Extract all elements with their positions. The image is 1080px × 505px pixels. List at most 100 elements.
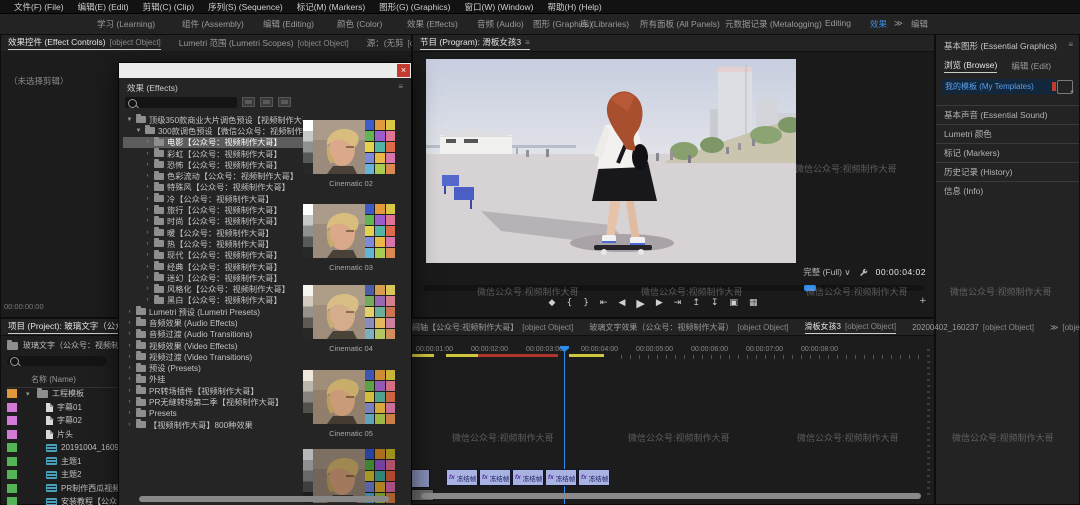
panel-menu-icon[interactable]: ≡ <box>1068 40 1073 49</box>
go-to-out-button[interactable]: ⇥ <box>674 298 682 308</box>
twirl-arrow-icon[interactable]: ▼ <box>126 117 133 123</box>
twirl-arrow-icon[interactable]: › <box>126 376 133 382</box>
collapsed-panel-header[interactable]: 基本声音 (Essential Sound) <box>936 105 1079 124</box>
label-color-swatch[interactable] <box>7 457 17 466</box>
project-name-row[interactable]: 玻璃文字（公众号：视频制 <box>7 340 119 351</box>
effect-bin-row[interactable]: › 经典【公众号：视频制作大哥】 <box>123 261 303 272</box>
effect-bin-row[interactable]: › 色彩流动【公众号：视频制作大哥】 <box>123 170 303 181</box>
preset-thumbnail[interactable]: Cinematic 04 <box>303 285 399 353</box>
effect-bin-row[interactable]: › 特殊风【公众号：视频制作大哥】 <box>123 182 303 193</box>
export-frame-button[interactable]: ▣ <box>729 298 738 308</box>
workspace-tab[interactable]: 组件 (Assembly) <box>182 18 244 30</box>
twirl-arrow-icon[interactable]: › <box>126 343 133 349</box>
project-search-input[interactable] <box>7 356 107 366</box>
effect-bin-row[interactable]: › Lumetri 预设 (Lumetri Presets) <box>123 306 303 317</box>
new-layer-icon[interactable] <box>1057 80 1073 94</box>
twirl-arrow-icon[interactable]: › <box>126 410 133 416</box>
panel-menu-icon[interactable]: [object Object] <box>737 323 788 332</box>
twirl-arrow-icon[interactable]: › <box>126 399 133 405</box>
workspace-tab[interactable]: 效果 <box>870 18 887 30</box>
accelerated-effects-badge[interactable] <box>242 97 255 107</box>
menu-item[interactable]: 剪辑(C) (Clip) <box>143 1 194 13</box>
sequence-tab[interactable]: 玻璃文字效果（公众号：视频制作大哥）[object Object] <box>589 322 788 333</box>
effect-bin-row[interactable]: › PR无缝转场第二季【视频制作大哥】 <box>123 396 303 407</box>
program-zoom-scrollbar-thumb[interactable] <box>804 285 816 291</box>
effect-bin-row[interactable]: › 时尚【公众号：视频制作大哥】 <box>123 216 303 227</box>
label-color-swatch[interactable] <box>7 497 17 505</box>
effect-bin-row[interactable]: › 旅行【公众号：视频制作大哥】 <box>123 204 303 215</box>
effects-floating-panel[interactable]: × 效果 (Effects) ≡ ▼ 顶级350款商业大片调色预设【视频制作大哥… <box>118 62 412 505</box>
timeline-clip[interactable]: fx 冻结帧 <box>578 469 610 486</box>
button-editor-plus[interactable]: + <box>920 295 926 307</box>
effect-bin-row[interactable]: › 电影【公众号：视频制作大哥】 <box>123 137 303 148</box>
step-back-button[interactable]: ◀ <box>618 298 625 308</box>
workspace-tab[interactable]: 编辑 (Editing) <box>263 18 314 30</box>
timeline-clip[interactable]: fx 冻结帧 <box>479 469 511 486</box>
timeline-clip[interactable]: fx 冻结帧 <box>545 469 577 486</box>
timeline-clip[interactable]: fx 冻结帧 <box>512 469 544 486</box>
effect-bin-row[interactable]: › 黑白【公众号：视频制作大哥】 <box>123 295 303 306</box>
yuv-effects-badge[interactable] <box>278 97 291 107</box>
twirl-arrow-icon[interactable]: › <box>126 320 133 326</box>
twirl-arrow-icon[interactable]: ▼ <box>135 128 142 134</box>
timeline-vertical-zoom-ticks[interactable] <box>927 349 930 499</box>
twirl-arrow-icon[interactable]: › <box>126 354 133 360</box>
effects-search-input[interactable] <box>125 97 237 108</box>
twirl-arrow-icon[interactable]: › <box>144 184 151 190</box>
extract-button[interactable]: ↧ <box>711 298 719 308</box>
label-color-swatch[interactable] <box>7 443 17 452</box>
effect-bin-row[interactable]: › 视频效果 (Video Effects) <box>123 340 303 351</box>
effects-horizontal-scrollbar[interactable] <box>139 496 389 502</box>
mark-in-button[interactable]: { <box>566 298 572 308</box>
panel-menu-icon[interactable]: [object Object] <box>845 322 896 331</box>
effect-bin-row[interactable]: › 冷【公众号：视频制作大哥】 <box>123 193 303 204</box>
zoom-level-select[interactable]: 完整 (Full) ∨ <box>803 266 850 278</box>
menu-item[interactable]: 编辑(E) (Edit) <box>78 1 129 13</box>
workspace-tab[interactable]: 库 (Libraries) <box>580 18 629 30</box>
effect-bin-row[interactable]: › 现代【公众号：视频制作大哥】 <box>123 250 303 261</box>
effect-bin-row[interactable]: › 外挂 <box>123 374 303 385</box>
add-marker-button[interactable]: ◆ <box>549 298 556 308</box>
twirl-arrow-icon[interactable]: › <box>144 162 151 168</box>
effect-bin-row[interactable]: ▼ 顶级350款商业大片调色预设【视频制作大哥 <box>123 114 303 125</box>
collapsed-panel-header[interactable]: 信息 (Info) <box>936 181 1079 200</box>
collapsed-panel-header[interactable]: Lumetri 颜色 <box>936 124 1079 143</box>
effect-bin-row[interactable]: › 热【公众号：视频制作大哥】 <box>123 238 303 249</box>
twirl-arrow-icon[interactable]: › <box>144 196 151 202</box>
menu-item[interactable]: 标记(M) (Markers) <box>297 1 365 13</box>
go-to-in-button[interactable]: ⇤ <box>600 298 608 308</box>
twirl-arrow-icon[interactable]: › <box>144 286 151 292</box>
effect-bin-row[interactable]: › 音频过渡 (Audio Transitions) <box>123 329 303 340</box>
twirl-arrow-icon[interactable]: › <box>126 388 133 394</box>
eg-tab[interactable]: 编辑 (Edit) <box>1011 59 1051 73</box>
label-color-swatch[interactable] <box>7 403 17 412</box>
panel-tab[interactable]: 效果控件 (Effect Controls)[object Object] <box>8 36 161 50</box>
menu-item[interactable]: 窗口(W) (Window) <box>464 1 533 13</box>
twirl-arrow-icon[interactable]: › <box>144 139 151 145</box>
twirl-arrow-icon[interactable]: › <box>126 365 133 371</box>
effect-bin-row[interactable]: › 风格化【公众号：视频制作大哥】 <box>123 283 303 294</box>
effect-bin-row[interactable]: › 预设 (Presets) <box>123 363 303 374</box>
workspace-tab[interactable]: 元数据记录 (Metalogging) <box>725 18 822 30</box>
timeline-horizontal-scrollbar[interactable] <box>421 493 921 499</box>
effect-bin-row[interactable]: › 彩虹【公众号：视频制作大哥】 <box>123 148 303 159</box>
label-color-swatch[interactable] <box>7 470 17 479</box>
sequence-tab[interactable]: 滑板女孩3[object Object] <box>805 321 897 334</box>
timeline-clip[interactable]: fx 冻结帧 <box>446 469 478 486</box>
preset-thumbnail[interactable]: Cinematic 02 <box>303 120 399 188</box>
bit32-effects-badge[interactable] <box>260 97 273 107</box>
lift-button[interactable]: ↥ <box>692 298 700 308</box>
panel-tab[interactable]: Lumetri 范围 (Lumetri Scopes)[object Objec… <box>179 37 349 49</box>
sequence-tab[interactable]: 20200402_160237[object Object] <box>912 323 1034 332</box>
effect-bin-row[interactable]: › 迷幻【公众号：视频制作大哥】 <box>123 272 303 283</box>
preset-thumbnail[interactable]: Cinematic 03 <box>303 204 399 272</box>
effect-bin-row[interactable]: ▼ 300款调色预设【微信公众号：视频制作大 <box>123 125 303 136</box>
twirl-arrow-icon[interactable]: › <box>126 422 133 428</box>
effect-bin-row[interactable]: › Presets <box>123 408 303 419</box>
menu-item[interactable]: 帮助(H) (Help) <box>547 1 601 13</box>
twirl-arrow-icon[interactable]: › <box>144 241 151 247</box>
label-color-swatch[interactable] <box>7 484 17 493</box>
effect-bin-row[interactable]: › 音频效果 (Audio Effects) <box>123 317 303 328</box>
twirl-arrow-icon[interactable]: › <box>144 218 151 224</box>
eg-tab[interactable]: 浏览 (Browse) <box>944 59 997 73</box>
